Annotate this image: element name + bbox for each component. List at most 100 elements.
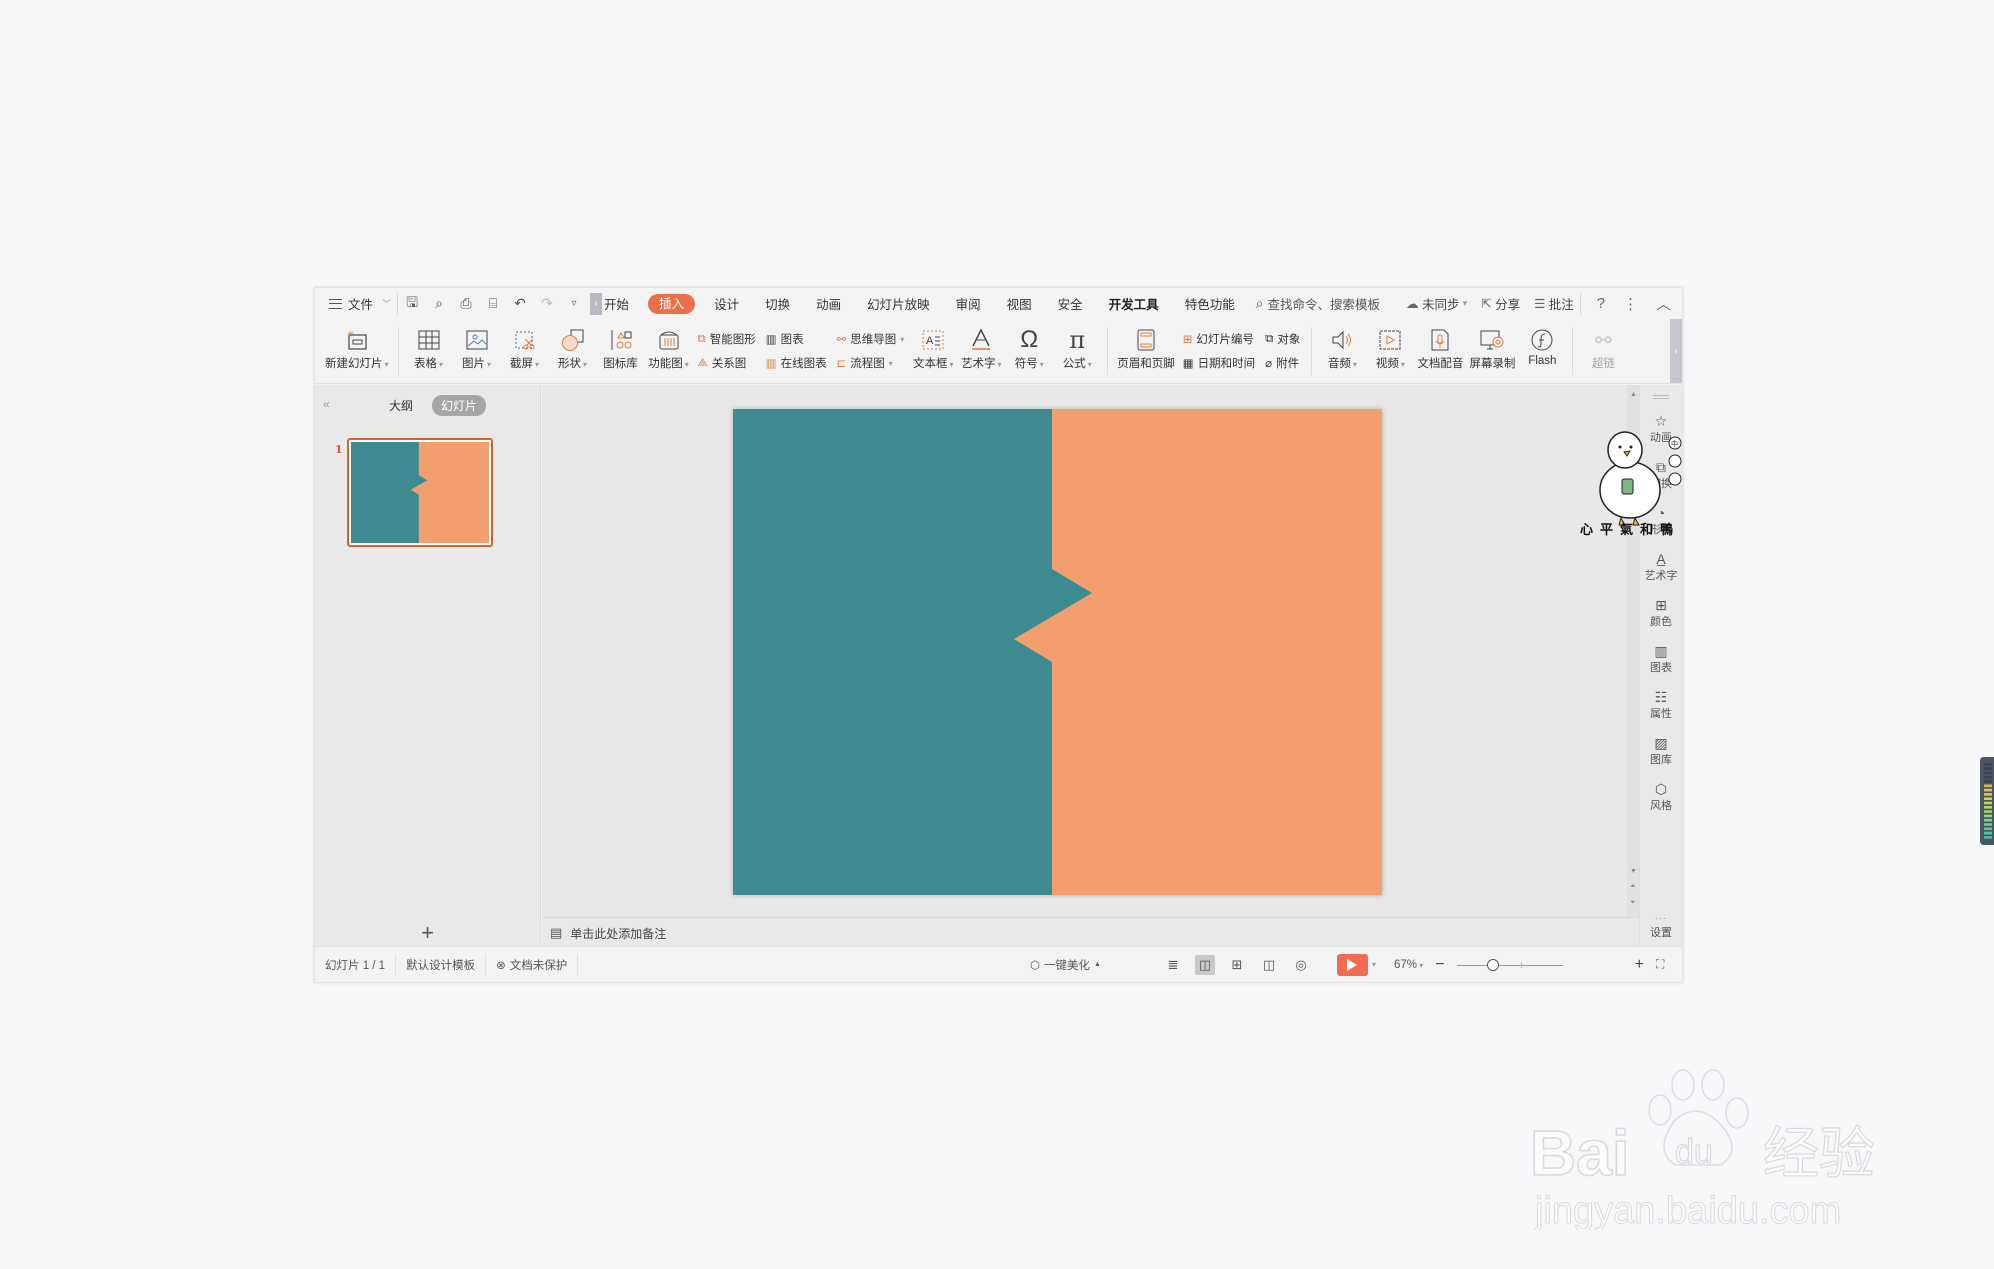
reading-view-button[interactable]: ◫ bbox=[1259, 955, 1279, 975]
play-slideshow-button[interactable] bbox=[1336, 953, 1368, 976]
format-painter-icon[interactable]: ⌕ bbox=[431, 295, 447, 312]
more-icon[interactable]: ⋮ bbox=[1623, 295, 1638, 313]
pane-wordart[interactable]: A̲ 艺术字 bbox=[1645, 551, 1678, 583]
screen-record-button[interactable]: 屏幕录制 bbox=[1469, 319, 1515, 383]
attachment-button[interactable]: ⌀ 附件 bbox=[1265, 355, 1300, 371]
relation-chart-button[interactable]: ⟁ 关系图 bbox=[698, 355, 756, 371]
collapse-ribbon-icon[interactable]: ︿ bbox=[1656, 293, 1671, 314]
redo-icon[interactable]: ↷ bbox=[539, 295, 555, 312]
slide-thumbnail[interactable] bbox=[347, 438, 493, 547]
picture-button[interactable]: 图片 ▾ bbox=[456, 319, 498, 383]
protection-status[interactable]: ⊗ 文档未保护 bbox=[486, 953, 579, 976]
object-group: ⧉ 对象 ⌀ 附件 bbox=[1265, 319, 1300, 383]
help-icon[interactable]: ? bbox=[1597, 295, 1605, 312]
beautify-button[interactable]: ⬡ 一键美化 ▲ bbox=[1030, 957, 1101, 973]
ribbon-tabs: 开始 插入 设计 切换 动画 幻灯片放映 审阅 视图 安全 开发工具 特色功能 bbox=[602, 288, 1248, 319]
notes-toggle-button[interactable]: ≣ bbox=[1163, 955, 1183, 975]
command-search[interactable]: ⌕ 查找命令、搜索模板 bbox=[1256, 294, 1380, 313]
file-menu[interactable]: 文件 ﹀ bbox=[315, 288, 391, 319]
tab-scroll-left-button[interactable]: ‹ bbox=[590, 292, 603, 315]
slide[interactable] bbox=[733, 409, 1382, 895]
shape-button[interactable]: 形状 ▾ bbox=[552, 319, 594, 383]
date-time-button[interactable]: ▦ 日期和时间 bbox=[1183, 355, 1255, 371]
undo-icon[interactable]: ↶ bbox=[512, 295, 528, 312]
zoom-knob[interactable] bbox=[1486, 958, 1499, 971]
scroll-down-icon[interactable]: ▼ bbox=[1630, 868, 1637, 875]
pane-style[interactable]: ⬡ 风格 bbox=[1650, 781, 1672, 813]
play-options-caret-icon[interactable]: ▾ bbox=[1372, 960, 1376, 969]
tab-transitions[interactable]: 切换 bbox=[752, 294, 803, 313]
normal-view-button[interactable]: ◫ bbox=[1194, 954, 1215, 975]
tab-design[interactable]: 设计 bbox=[701, 294, 752, 313]
design-template[interactable]: 默认设计模板 bbox=[396, 953, 487, 976]
share-button[interactable]: ⇱ 分享 bbox=[1481, 294, 1520, 313]
sticker-caption: 心平氣和鴨 bbox=[1580, 523, 1681, 538]
tab-view[interactable]: 视图 bbox=[994, 294, 1045, 313]
pane-color[interactable]: ⊞ 颜色 bbox=[1650, 597, 1672, 629]
tab-outline[interactable]: 大纲 bbox=[380, 395, 422, 416]
slide-number-button[interactable]: ⊞ 幻灯片编号 bbox=[1183, 331, 1255, 347]
tab-features[interactable]: 特色功能 bbox=[1172, 294, 1248, 313]
meter-bar bbox=[1984, 801, 1992, 805]
textbox-button[interactable]: A 文本框 ▾ bbox=[912, 319, 954, 383]
fit-window-icon[interactable]: ⛶ bbox=[1656, 957, 1664, 972]
tab-slideshow[interactable]: 幻灯片放映 bbox=[854, 294, 943, 313]
print-preview-icon[interactable]: ⌸ bbox=[485, 295, 501, 312]
meter-bar bbox=[1984, 797, 1992, 800]
flash-button[interactable]: Flash bbox=[1521, 319, 1563, 383]
collapse-panel-icon[interactable]: « bbox=[323, 397, 330, 411]
divider bbox=[1579, 292, 1581, 315]
screenshot-button[interactable]: 截屏 ▾ bbox=[504, 319, 546, 383]
pane-handle[interactable] bbox=[1653, 395, 1669, 399]
customize-toolbar-icon[interactable]: ▿ bbox=[566, 298, 582, 309]
scroll-up-icon[interactable]: ▲ bbox=[1630, 391, 1637, 398]
notes-area[interactable]: ▤ 单击此处添加备注 bbox=[542, 917, 1641, 948]
pane-settings[interactable]: ··· 设置 bbox=[1650, 913, 1672, 940]
function-chart-button[interactable]: 功能图 ▾ bbox=[648, 319, 690, 383]
ribbon-scroll-right-button[interactable]: › bbox=[1670, 319, 1682, 383]
print-icon[interactable]: ⎙ bbox=[458, 295, 474, 312]
mind-map-button[interactable]: ⚯ 思维导图 ▾ bbox=[837, 331, 905, 347]
icon-library-button[interactable]: 图标库 bbox=[600, 319, 642, 383]
online-chart-button[interactable]: ▥ 在线图表 bbox=[766, 355, 827, 371]
symbol-button[interactable]: Ω 符号 ▾ bbox=[1008, 319, 1050, 383]
object-button[interactable]: ⧉ 对象 bbox=[1265, 331, 1300, 347]
sync-button[interactable]: ☁ 未同步 ▾ bbox=[1406, 294, 1467, 313]
comment-button[interactable]: ☰ 批注 bbox=[1534, 294, 1574, 313]
hyperlink-button[interactable]: ⚯ 超链 bbox=[1582, 319, 1624, 383]
tab-home[interactable]: 开始 bbox=[602, 294, 642, 313]
edge-volume-meter[interactable] bbox=[1980, 757, 1994, 845]
header-footer-button[interactable]: 页眉和页脚 bbox=[1117, 319, 1175, 383]
tab-security[interactable]: 安全 bbox=[1045, 294, 1096, 313]
zoom-out-button[interactable]: − bbox=[1435, 956, 1444, 974]
add-slide-button[interactable]: + bbox=[315, 917, 540, 948]
tab-developer[interactable]: 开发工具 bbox=[1096, 294, 1172, 313]
tab-slides[interactable]: 幻灯片 bbox=[432, 395, 487, 416]
pane-chart[interactable]: ▥ 图表 bbox=[1650, 643, 1672, 675]
chart-button[interactable]: ▥ 图表 bbox=[766, 331, 827, 347]
prev-slide-icon[interactable]: ⏶ bbox=[1630, 883, 1636, 891]
audio-button[interactable]: 音频 ▾ bbox=[1321, 319, 1363, 383]
presenter-view-button[interactable]: ◎ bbox=[1291, 955, 1311, 975]
tab-review[interactable]: 审阅 bbox=[943, 294, 994, 313]
slide-counter: 幻灯片 1 / 1 bbox=[315, 953, 397, 976]
flowchart-button[interactable]: ⊏ 流程图 ▾ bbox=[837, 355, 905, 371]
pane-gallery[interactable]: ▨ 图库 bbox=[1650, 735, 1672, 767]
slide-sorter-button[interactable]: ⊞ bbox=[1227, 955, 1247, 975]
table-button[interactable]: 表格 ▾ bbox=[408, 319, 450, 383]
doc-voice-button[interactable]: 文档配音 bbox=[1417, 319, 1463, 383]
tab-insert[interactable]: 插入 bbox=[648, 293, 696, 314]
wordart-button[interactable]: 艺术字 ▾ bbox=[960, 319, 1002, 383]
tab-animations[interactable]: 动画 bbox=[803, 294, 854, 313]
video-button[interactable]: 视频 ▾ bbox=[1369, 319, 1411, 383]
zoom-level[interactable]: 67% ▾ bbox=[1394, 959, 1423, 971]
zoom-slider[interactable] bbox=[1456, 958, 1563, 971]
smart-art-button[interactable]: ⧉ 智能图形 bbox=[698, 331, 756, 347]
pane-properties[interactable]: ☷ 属性 bbox=[1650, 689, 1672, 721]
next-slide-icon[interactable]: ⏷ bbox=[1630, 899, 1636, 907]
zoom-in-button[interactable]: + bbox=[1635, 956, 1644, 974]
formula-button[interactable]: π 公式 ▾ bbox=[1056, 319, 1098, 383]
save-icon[interactable]: 🖫 bbox=[404, 292, 420, 316]
new-slide-icon: ✳ bbox=[346, 325, 368, 355]
new-slide-button[interactable]: ✳ 新建幻灯片 ▾ bbox=[325, 319, 389, 383]
